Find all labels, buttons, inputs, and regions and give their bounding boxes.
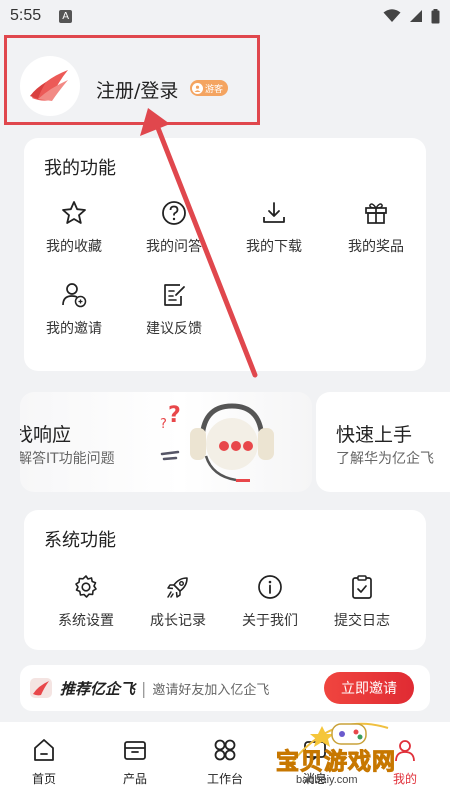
- my-qa-item[interactable]: 我的问答: [124, 198, 224, 256]
- growth-record-label: 成长记录: [150, 613, 206, 629]
- tab-home-label: 首页: [31, 772, 56, 786]
- signal-icon: [410, 10, 422, 22]
- system-settings-item[interactable]: 系统设置: [36, 572, 136, 630]
- invite-now-button[interactable]: 立即邀请: [324, 672, 414, 704]
- annotation-highlight-box: [4, 35, 260, 125]
- my-prizes-label: 我的奖品: [348, 239, 404, 255]
- my-functions-card: 我的功能 我的收藏 我的问答 我的下载 我的奖品 我的邀请 建议反馈: [24, 138, 426, 371]
- my-qa-label: 我的问答: [146, 239, 202, 255]
- gear-icon: [36, 572, 136, 602]
- support-banner[interactable]: 找响应 解答IT功能问题 ? ?: [20, 392, 312, 492]
- workbench-icon: [185, 736, 265, 764]
- tab-products-label: 产品: [122, 772, 147, 786]
- quick-start-title: 快速上手: [336, 424, 413, 446]
- about-us-label: 关于我们: [242, 613, 298, 629]
- system-functions-card: 系统功能 系统设置 成长记录 关于我们 提交日志: [24, 510, 426, 650]
- feedback-item[interactable]: 建议反馈: [124, 280, 224, 338]
- about-us-item[interactable]: 关于我们: [220, 572, 320, 630]
- wifi-icon: [383, 9, 401, 22]
- watermark-text: 宝贝游戏网: [276, 749, 396, 776]
- growth-record-item[interactable]: 成长记录: [128, 572, 228, 630]
- question-icon: [124, 198, 224, 228]
- my-favorites-item[interactable]: 我的收藏: [24, 198, 124, 256]
- tab-workbench-label: 工作台: [206, 772, 243, 786]
- watermark-url: baobeiy.com: [296, 774, 358, 786]
- download-icon: [224, 198, 324, 228]
- feedback-label: 建议反馈: [146, 321, 202, 337]
- feedback-icon: [124, 280, 224, 310]
- invite-separator: |: [141, 678, 147, 698]
- my-invitations-item[interactable]: 我的邀请: [24, 280, 124, 338]
- my-invitations-label: 我的邀请: [46, 321, 102, 337]
- my-favorites-label: 我的收藏: [46, 239, 102, 255]
- headset-illustration: ? ?: [160, 403, 274, 482]
- my-downloads-item[interactable]: 我的下载: [224, 198, 324, 256]
- log-icon: [312, 572, 412, 602]
- submit-log-item[interactable]: 提交日志: [312, 572, 412, 630]
- quick-start-subtitle: 了解华为亿企飞: [336, 451, 434, 467]
- tab-workbench[interactable]: 工作台: [185, 736, 265, 787]
- watermark: 宝贝游戏网 baobeiy.com: [270, 708, 440, 798]
- system-settings-label: 系统设置: [58, 613, 114, 629]
- home-icon: [4, 736, 84, 764]
- submit-log-label: 提交日志: [334, 613, 390, 629]
- svg-text:?: ?: [160, 417, 167, 432]
- app-logo-icon: [30, 678, 52, 698]
- support-banner-title: 找响应: [20, 424, 72, 446]
- quick-start-banner[interactable]: 快速上手 了解华为亿企飞: [316, 392, 450, 492]
- battery-icon: [431, 8, 440, 23]
- invite-icon: [24, 280, 124, 310]
- my-functions-title: 我的功能: [44, 158, 116, 179]
- support-banner-subtitle: 解答IT功能问题: [20, 451, 115, 467]
- invite-bar[interactable]: 推荐亿企飞 | 邀请好友加入亿企飞 立即邀请: [20, 665, 430, 711]
- invite-description: 邀请好友加入亿企飞: [152, 682, 270, 698]
- my-downloads-label: 我的下载: [246, 239, 302, 255]
- notification-icon: A: [59, 9, 73, 23]
- status-time: 5:55: [10, 7, 42, 24]
- tab-home[interactable]: 首页: [4, 736, 84, 787]
- status-bar: 5:55 A: [0, 0, 450, 32]
- invite-title: 推荐亿企飞: [60, 679, 136, 698]
- rocket-icon: [128, 572, 228, 602]
- tab-products[interactable]: 产品: [95, 736, 175, 787]
- star-icon: [24, 198, 124, 228]
- svg-text:?: ?: [168, 403, 181, 428]
- product-icon: [95, 736, 175, 764]
- info-icon: [220, 572, 320, 602]
- gift-icon: [326, 198, 426, 228]
- system-functions-title: 系统功能: [44, 530, 116, 551]
- status-indicators: [383, 8, 440, 24]
- my-prizes-item[interactable]: 我的奖品: [326, 198, 426, 256]
